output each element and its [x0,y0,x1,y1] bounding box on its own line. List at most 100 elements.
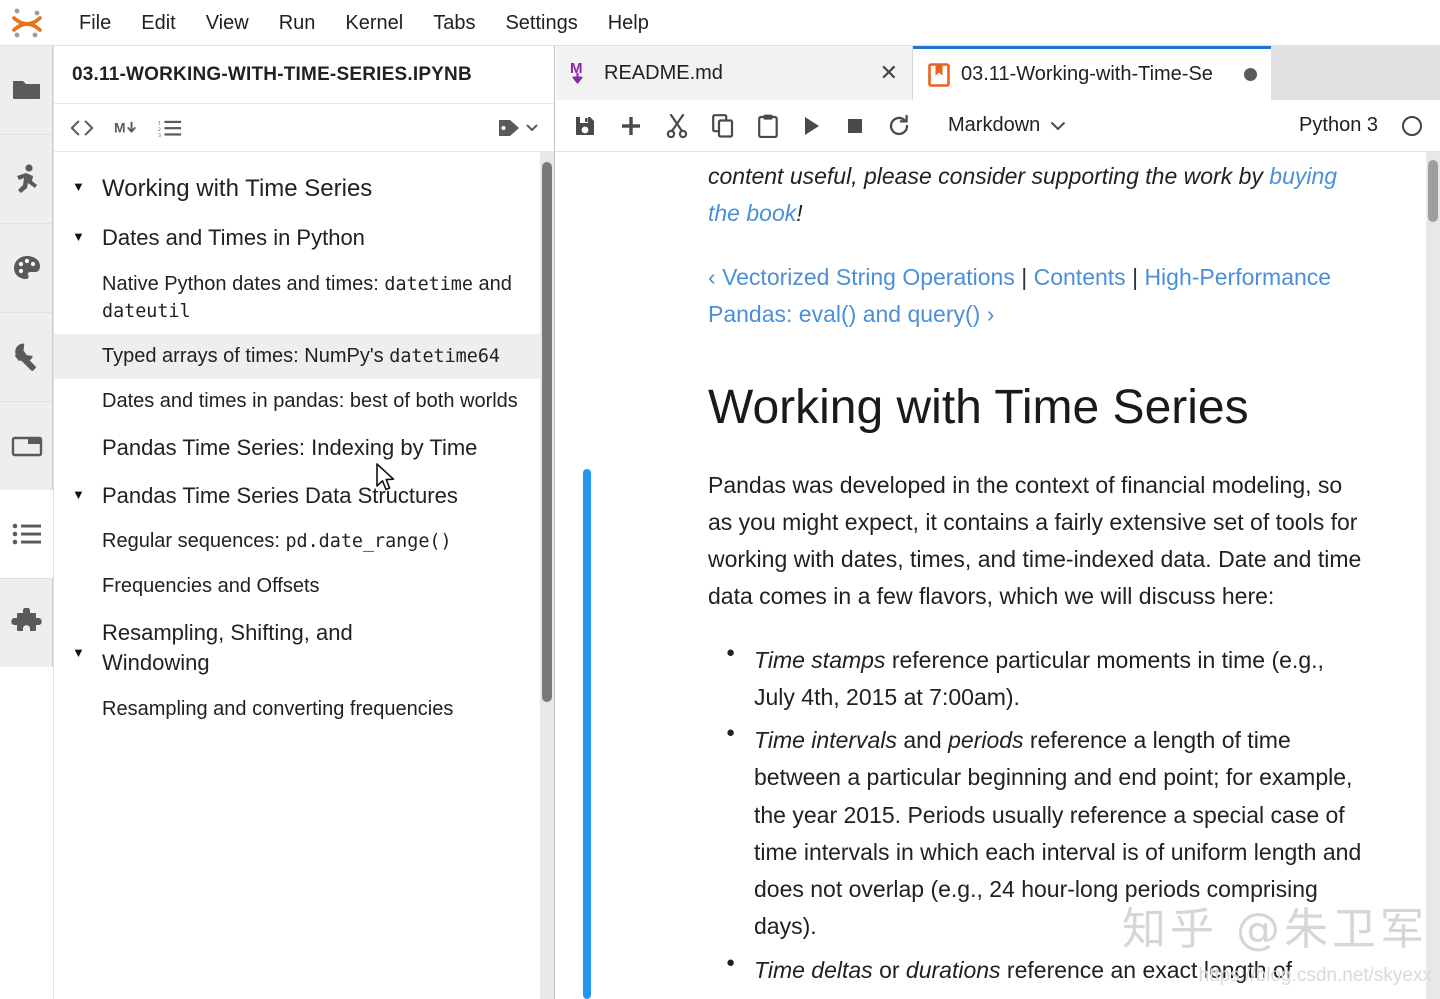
sidebar-item-commands[interactable] [0,224,53,312]
jupyterlab-window: File Edit View Run Kernel Tabs Settings … [0,0,1440,999]
prev-arrow-icon: ‹ [708,263,716,290]
insert-cell-button[interactable] [620,115,642,137]
toc-item-label: Working with Time Series [102,175,373,202]
menu-file[interactable]: File [64,5,126,41]
toc-item-7[interactable]: Regular sequences: pd.date_range() [54,519,554,564]
file-browser-icon [12,81,40,99]
notebook-scroll-area[interactable]: content useful, please consider supporti… [556,152,1440,999]
wrench-icon [14,343,36,371]
attribution-prefix: content useful, please consider supporti… [708,163,1270,189]
chevron-down-icon [526,123,538,131]
tab-readme[interactable]: M README.md ✕ [556,46,913,100]
toc-item-label: Frequencies and Offsets [102,575,320,598]
toc-item-3[interactable]: Typed arrays of times: NumPy's datetime6… [54,334,554,380]
paste-button[interactable] [758,114,778,138]
toc-item-label: Regular sequences: pd.date_range() [102,528,452,555]
numbering-icon[interactable]: 1 2 3 [158,118,182,138]
contents-link[interactable]: Contents [1034,264,1126,290]
toc-caret [72,528,102,535]
toc-scrollbar-thumb[interactable] [542,162,552,702]
close-icon[interactable]: ✕ [880,62,898,84]
toc-text: Regular sequences: [102,530,286,553]
copy-button[interactable] [712,113,734,138]
toc-caret [72,696,102,703]
toc-caret[interactable]: ▼ [72,481,102,501]
menu-items: File Edit View Run Kernel Tabs Settings … [64,5,664,41]
menu-kernel[interactable]: Kernel [330,5,418,41]
tag-icon[interactable] [498,118,538,138]
toc-item-1[interactable]: ▼ Dates and Times in Python [54,214,554,262]
toc-caret [72,573,102,580]
toc-item-label: Pandas Time Series: Indexing by Time [102,435,478,461]
svg-text:M: M [570,60,583,77]
toc-item-0[interactable]: ▼ Working with Time Series [54,164,554,214]
tab-label: README.md [604,61,723,84]
cut-button[interactable] [666,113,688,138]
toc-item-label: Dates and times in pandas: best of both … [102,390,518,413]
toc-caret[interactable]: ▼ [72,618,102,659]
prev-section-link[interactable]: Vectorized String Operations [722,264,1015,290]
toc-item-4[interactable]: Dates and times in pandas: best of both … [54,379,554,424]
show-code-icon[interactable] [70,119,94,137]
sidebar-item-file-browser[interactable] [0,46,53,134]
toc-item-5[interactable]: Pandas Time Series: Indexing by Time [54,424,554,472]
toc-caret [72,271,102,278]
menu-tabs[interactable]: Tabs [418,5,490,41]
sidebar-item-extension-manager[interactable] [0,579,53,667]
page-title: Working with Time Series [708,381,1249,434]
toc-item-label: Resampling, Shifting, and Windowing [102,620,353,676]
nav-links: ‹ Vectorized String Operations | Content… [708,259,1368,334]
menu-help[interactable]: Help [593,5,664,41]
toc-caret[interactable]: ▼ [72,223,102,243]
list-item-emphasis-2: periods [948,727,1024,754]
menu-view[interactable]: View [191,5,264,41]
menu-run[interactable]: Run [264,5,331,41]
restart-button[interactable] [888,114,910,137]
cell-type-select[interactable]: Markdown [948,114,1066,137]
toc-item-label: Native Python dates and times: datetime … [102,271,532,325]
list-item-emphasis-2: durations [905,956,1001,983]
list-item: Time deltas or durations reference an ex… [708,951,1368,989]
toc-code-2: dateutil [102,301,191,323]
palette-icon [13,256,40,279]
kernel-name[interactable]: Python 3 [1299,114,1378,137]
notebook-scrollbar-track[interactable] [1426,152,1440,999]
toc-text: Typed arrays of times: NumPy's [102,345,390,368]
toc-item-6[interactable]: ▼ Pandas Time Series Data Structures [54,472,554,520]
sidebar-item-open-tabs[interactable] [0,402,53,490]
list-item-text: reference a length of time between a par… [754,727,1362,940]
notebook-icon [928,62,950,87]
toc-item-label: Resampling and converting frequencies [102,697,454,720]
extension-manager-icon [10,608,42,631]
cell-type-value: Markdown [948,114,1041,136]
list-item: Time stamps reference particular moments… [708,641,1368,717]
kernel-status-icon[interactable] [1402,115,1422,136]
attribution-paragraph: content useful, please consider supporti… [708,158,1368,233]
toc-caret[interactable]: ▼ [72,173,102,193]
sidebar-item-running[interactable] [0,135,53,223]
left-sidebar-rail [0,46,54,999]
sidebar-item-property-inspector[interactable] [0,313,53,401]
toc-list[interactable]: ▼ Working with Time Series ▼ Dates and T… [54,152,554,999]
save-button[interactable] [574,115,596,137]
stop-button[interactable] [846,117,864,135]
menu-settings[interactable]: Settings [490,5,592,41]
notebook-scrollbar-thumb[interactable] [1428,160,1438,222]
show-markdown-icon[interactable]: M [114,119,138,137]
toc-item-label: Dates and Times in Python [102,225,365,251]
svg-text:2: 2 [158,126,161,132]
toc-code: pd.date_range() [285,531,452,553]
toc-caret [72,343,102,350]
jupyter-logo-icon [0,0,54,46]
toc-item-10[interactable]: Resampling and converting frequencies [54,687,554,732]
sidebar-item-table-of-contents[interactable] [0,490,53,578]
nav-separator-2: | [1132,263,1139,290]
toc-item-2[interactable]: Native Python dates and times: datetime … [54,262,554,334]
menu-edit[interactable]: Edit [126,5,190,41]
run-button[interactable] [802,115,822,137]
toc-item-8[interactable]: Frequencies and Offsets [54,564,554,609]
toc-item-9[interactable]: ▼ Resampling, Shifting, and Windowing [54,609,554,686]
tab-notebook[interactable]: 03.11-Working-with-Time-Se [913,46,1271,100]
open-tabs-icon [11,436,42,457]
list-item: Time intervals and periods reference a l… [708,721,1368,946]
